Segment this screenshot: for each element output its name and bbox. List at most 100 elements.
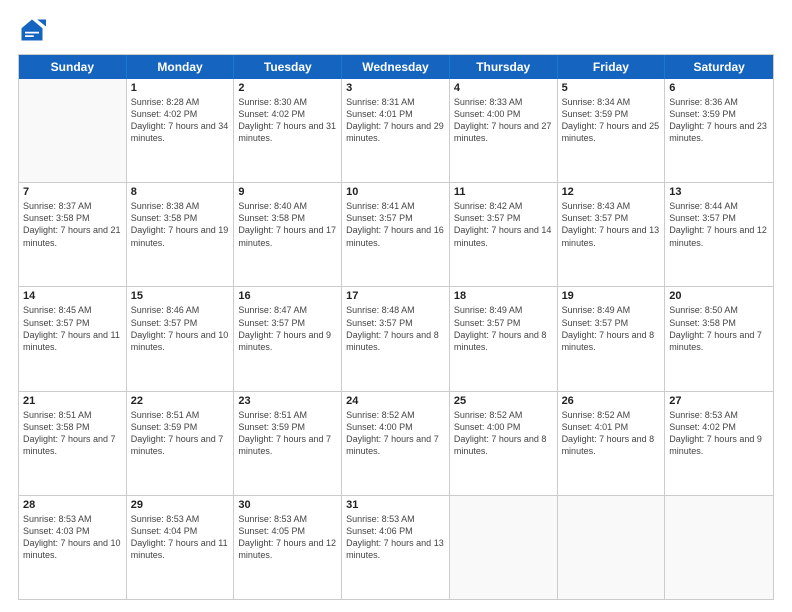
calendar-cell: 23Sunrise: 8:51 AMSunset: 3:59 PMDayligh…: [234, 392, 342, 495]
calendar-cell: 4 Sunrise: 8:33 AMSunset: 4:00 PMDaylight…: [450, 79, 558, 182]
calendar-cell: 1 Sunrise: 8:28 AMSunset: 4:02 PMDaylight…: [127, 79, 235, 182]
calendar-body: 1 Sunrise: 8:28 AMSunset: 4:02 PMDaylight…: [19, 79, 773, 599]
day-info: Sunrise: 8:50 AMSunset: 3:58 PMDaylight:…: [669, 304, 769, 353]
day-info: Sunrise: 8:33 AMSunset: 4:00 PMDaylight:…: [454, 96, 553, 145]
day-number: 11: [454, 186, 553, 198]
day-info: Sunrise: 8:46 AMSunset: 3:57 PMDaylight:…: [131, 304, 230, 353]
day-number: 29: [131, 499, 230, 511]
day-info: Sunrise: 8:45 AMSunset: 3:57 PMDaylight:…: [23, 304, 122, 353]
calendar-cell: 30 Sunrise: 8:53 AMSunset: 4:05 PMDayligh…: [234, 496, 342, 599]
weekday-header: Friday: [558, 55, 666, 79]
day-number: 28: [23, 499, 122, 511]
calendar-cell: 21Sunrise: 8:51 AMSunset: 3:58 PMDayligh…: [19, 392, 127, 495]
day-info: Sunrise: 8:41 AMSunset: 3:57 PMDaylight:…: [346, 200, 445, 249]
day-info: Sunrise: 8:28 AMSunset: 4:02 PMDaylight:…: [131, 96, 230, 145]
calendar-cell: 14 Sunrise: 8:45 AMSunset: 3:57 PMDayligh…: [19, 287, 127, 390]
day-number: 9: [238, 186, 337, 198]
day-info: Sunrise: 8:31 AMSunset: 4:01 PMDaylight:…: [346, 96, 445, 145]
calendar-cell: 8 Sunrise: 8:38 AMSunset: 3:58 PMDaylight…: [127, 183, 235, 286]
day-info: Sunrise: 8:52 AMSunset: 4:01 PMDaylight:…: [562, 409, 661, 458]
calendar-cell: [450, 496, 558, 599]
calendar-week: 21Sunrise: 8:51 AMSunset: 3:58 PMDayligh…: [19, 392, 773, 496]
day-info: Sunrise: 8:52 AMSunset: 4:00 PMDaylight:…: [454, 409, 553, 458]
calendar-cell: 3 Sunrise: 8:31 AMSunset: 4:01 PMDaylight…: [342, 79, 450, 182]
day-number: 25: [454, 395, 553, 407]
calendar-cell: 18 Sunrise: 8:49 AMSunset: 3:57 PMDayligh…: [450, 287, 558, 390]
day-number: 8: [131, 186, 230, 198]
day-info: Sunrise: 8:40 AMSunset: 3:58 PMDaylight:…: [238, 200, 337, 249]
day-info: Sunrise: 8:47 AMSunset: 3:57 PMDaylight:…: [238, 304, 337, 353]
day-number: 31: [346, 499, 445, 511]
day-info: Sunrise: 8:53 AMSunset: 4:05 PMDaylight:…: [238, 513, 337, 562]
day-number: 19: [562, 290, 661, 302]
day-number: 16: [238, 290, 337, 302]
day-number: 5: [562, 82, 661, 94]
weekday-header: Monday: [127, 55, 235, 79]
day-info: Sunrise: 8:49 AMSunset: 3:57 PMDaylight:…: [454, 304, 553, 353]
calendar-cell: 31 Sunrise: 8:53 AMSunset: 4:06 PMDayligh…: [342, 496, 450, 599]
day-number: 15: [131, 290, 230, 302]
day-info: Sunrise: 8:51 AMSunset: 3:58 PMDaylight:…: [23, 409, 122, 458]
calendar-cell: 6Sunrise: 8:36 AMSunset: 3:59 PMDaylight…: [665, 79, 773, 182]
day-info: Sunrise: 8:36 AMSunset: 3:59 PMDaylight:…: [669, 96, 769, 145]
calendar-cell: 17Sunrise: 8:48 AMSunset: 3:57 PMDayligh…: [342, 287, 450, 390]
day-number: 18: [454, 290, 553, 302]
calendar-cell: 20Sunrise: 8:50 AMSunset: 3:58 PMDayligh…: [665, 287, 773, 390]
calendar-week: 14 Sunrise: 8:45 AMSunset: 3:57 PMDayligh…: [19, 287, 773, 391]
day-info: Sunrise: 8:53 AMSunset: 4:02 PMDaylight:…: [669, 409, 769, 458]
day-info: Sunrise: 8:51 AMSunset: 3:59 PMDaylight:…: [238, 409, 337, 458]
weekday-header: Sunday: [19, 55, 127, 79]
day-number: 10: [346, 186, 445, 198]
calendar-cell: 10 Sunrise: 8:41 AMSunset: 3:57 PMDayligh…: [342, 183, 450, 286]
calendar-cell: 2 Sunrise: 8:30 AMSunset: 4:02 PMDaylight…: [234, 79, 342, 182]
calendar-cell: 5Sunrise: 8:34 AMSunset: 3:59 PMDaylight…: [558, 79, 666, 182]
day-number: 4: [454, 82, 553, 94]
day-info: Sunrise: 8:38 AMSunset: 3:58 PMDaylight:…: [131, 200, 230, 249]
day-number: 2: [238, 82, 337, 94]
calendar-cell: 29Sunrise: 8:53 AMSunset: 4:04 PMDayligh…: [127, 496, 235, 599]
calendar-week: 1 Sunrise: 8:28 AMSunset: 4:02 PMDaylight…: [19, 79, 773, 183]
day-number: 30: [238, 499, 337, 511]
day-number: 7: [23, 186, 122, 198]
day-info: Sunrise: 8:43 AMSunset: 3:57 PMDaylight:…: [562, 200, 661, 249]
day-number: 17: [346, 290, 445, 302]
weekday-header: Saturday: [665, 55, 773, 79]
day-info: Sunrise: 8:49 AMSunset: 3:57 PMDaylight:…: [562, 304, 661, 353]
calendar-cell: 9 Sunrise: 8:40 AMSunset: 3:58 PMDaylight…: [234, 183, 342, 286]
day-number: 14: [23, 290, 122, 302]
calendar-cell: 13 Sunrise: 8:44 AMSunset: 3:57 PMDayligh…: [665, 183, 773, 286]
day-number: 26: [562, 395, 661, 407]
day-number: 1: [131, 82, 230, 94]
calendar-cell: 25 Sunrise: 8:52 AMSunset: 4:00 PMDayligh…: [450, 392, 558, 495]
day-number: 22: [131, 395, 230, 407]
logo: [18, 16, 50, 44]
day-number: 13: [669, 186, 769, 198]
day-info: Sunrise: 8:52 AMSunset: 4:00 PMDaylight:…: [346, 409, 445, 458]
day-number: 12: [562, 186, 661, 198]
day-info: Sunrise: 8:37 AMSunset: 3:58 PMDaylight:…: [23, 200, 122, 249]
header: [18, 16, 774, 44]
calendar-cell: 7 Sunrise: 8:37 AMSunset: 3:58 PMDaylight…: [19, 183, 127, 286]
calendar-cell: 11 Sunrise: 8:42 AMSunset: 3:57 PMDayligh…: [450, 183, 558, 286]
calendar-cell: [665, 496, 773, 599]
logo-icon: [18, 16, 46, 44]
calendar-cell: 24Sunrise: 8:52 AMSunset: 4:00 PMDayligh…: [342, 392, 450, 495]
calendar-cell: 27 Sunrise: 8:53 AMSunset: 4:02 PMDayligh…: [665, 392, 773, 495]
calendar: SundayMondayTuesdayWednesdayThursdayFrid…: [18, 54, 774, 600]
calendar-cell: 28Sunrise: 8:53 AMSunset: 4:03 PMDayligh…: [19, 496, 127, 599]
calendar-cell: 26 Sunrise: 8:52 AMSunset: 4:01 PMDayligh…: [558, 392, 666, 495]
weekday-header: Wednesday: [342, 55, 450, 79]
day-number: 27: [669, 395, 769, 407]
day-info: Sunrise: 8:53 AMSunset: 4:06 PMDaylight:…: [346, 513, 445, 562]
calendar-week: 7 Sunrise: 8:37 AMSunset: 3:58 PMDaylight…: [19, 183, 773, 287]
day-info: Sunrise: 8:42 AMSunset: 3:57 PMDaylight:…: [454, 200, 553, 249]
day-info: Sunrise: 8:44 AMSunset: 3:57 PMDaylight:…: [669, 200, 769, 249]
calendar-cell: 22Sunrise: 8:51 AMSunset: 3:59 PMDayligh…: [127, 392, 235, 495]
calendar-cell: [558, 496, 666, 599]
page: SundayMondayTuesdayWednesdayThursdayFrid…: [0, 0, 792, 612]
calendar-week: 28Sunrise: 8:53 AMSunset: 4:03 PMDayligh…: [19, 496, 773, 599]
day-info: Sunrise: 8:30 AMSunset: 4:02 PMDaylight:…: [238, 96, 337, 145]
weekday-header: Tuesday: [234, 55, 342, 79]
calendar-cell: 15 Sunrise: 8:46 AMSunset: 3:57 PMDayligh…: [127, 287, 235, 390]
day-number: 3: [346, 82, 445, 94]
